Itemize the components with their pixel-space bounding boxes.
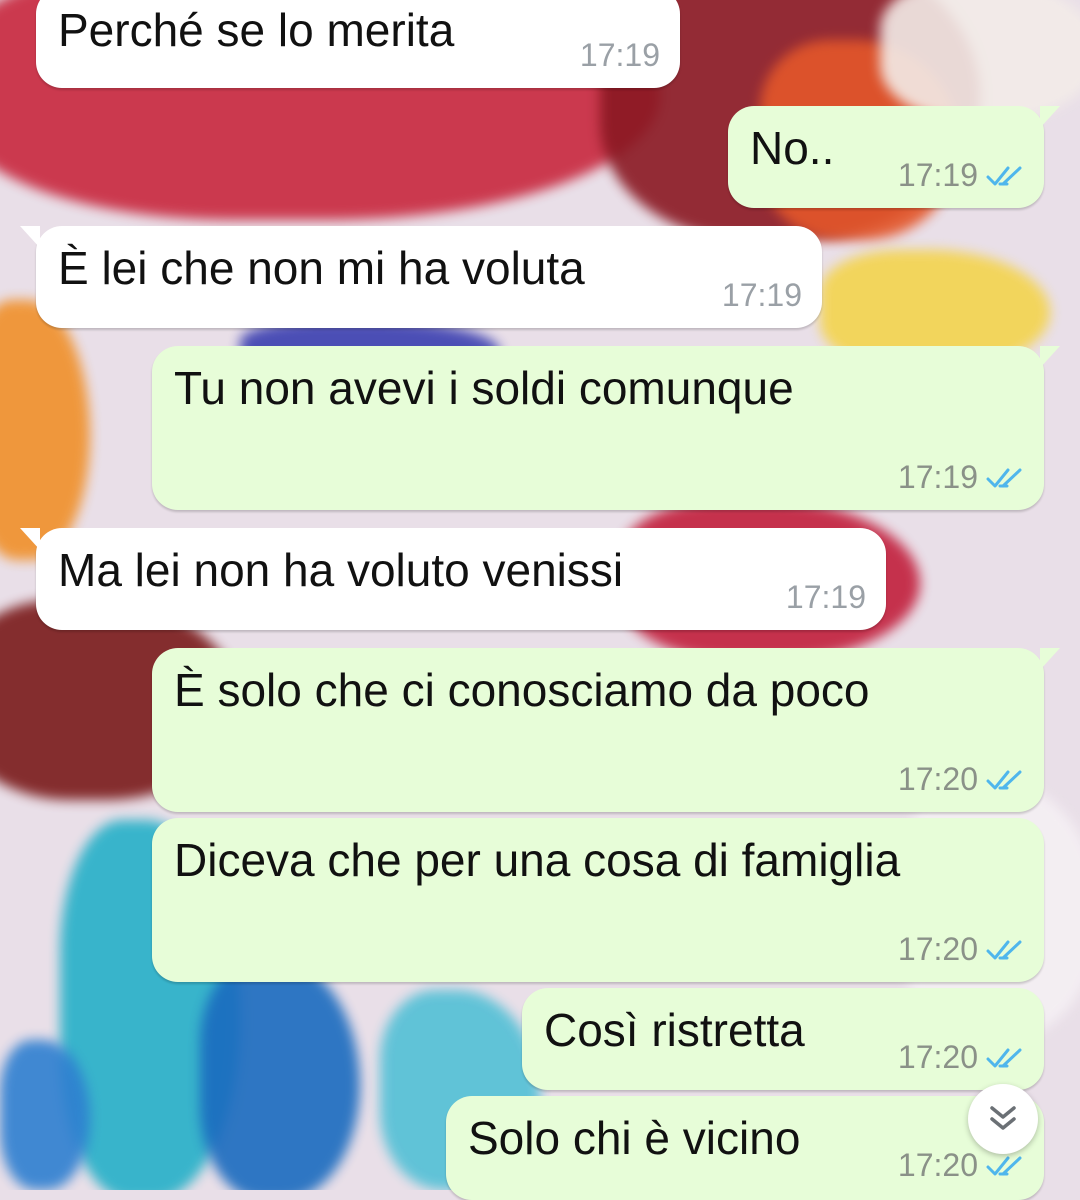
message-meta: 17:20 — [898, 1039, 1024, 1076]
double-check-icon — [986, 770, 1022, 789]
double-check-icon — [986, 1048, 1022, 1067]
message-time: 17:19 — [897, 459, 978, 495]
message-text: Ma lei non ha voluto venissi — [58, 544, 624, 596]
message-time: 17:20 — [897, 931, 978, 967]
double-check-icon — [986, 940, 1022, 959]
message-text: È solo che ci conosciamo da poco — [174, 664, 870, 716]
message-bubble-incoming[interactable]: È lei che non mi ha voluta 17:19 — [20, 226, 822, 328]
message-text: Tu non avevi i soldi comunque — [174, 362, 794, 414]
message-meta: 17:19 — [722, 277, 802, 314]
message-time: 17:19 — [897, 157, 978, 193]
message-text: No.. — [750, 122, 835, 174]
message-text: Perché se lo merita — [58, 4, 455, 56]
message-bubble-outgoing[interactable]: No.. 17:19 — [728, 106, 1060, 208]
message-time: 17:20 — [897, 1039, 978, 1075]
message-time: 17:19 — [579, 37, 660, 73]
message-bubble-outgoing[interactable]: Solo chi è vicino 17:20 — [446, 1096, 1044, 1200]
message-meta: 17:19 — [898, 157, 1024, 194]
message-time: 17:20 — [897, 761, 978, 797]
message-bubble-outgoing[interactable]: Tu non avevi i soldi comunque 17:19 — [152, 346, 1060, 510]
message-bubble-outgoing[interactable]: È solo che ci conosciamo da poco 17:20 — [152, 648, 1060, 812]
message-meta: 17:20 — [898, 931, 1024, 968]
message-bubble-outgoing[interactable]: Così ristretta 17:20 — [522, 988, 1044, 1090]
message-text: Diceva che per una cosa di famiglia — [174, 834, 901, 886]
message-meta: 17:19 — [580, 37, 660, 74]
message-time: 17:20 — [897, 1147, 978, 1183]
double-check-icon — [986, 1156, 1022, 1175]
message-text: Così ristretta — [544, 1004, 805, 1056]
double-check-icon — [986, 468, 1022, 487]
message-meta: 17:20 — [898, 761, 1024, 798]
message-time: 17:19 — [721, 277, 802, 313]
message-bubble-outgoing[interactable]: Diceva che per una cosa di famiglia 17:2… — [152, 818, 1044, 982]
scroll-to-bottom-button[interactable] — [968, 1084, 1038, 1154]
message-meta: 17:19 — [898, 459, 1024, 496]
message-text: Solo chi è vicino — [468, 1112, 801, 1164]
double-chevron-down-icon — [990, 1106, 1016, 1130]
message-time: 17:19 — [785, 579, 866, 615]
message-text: È lei che non mi ha voluta — [58, 242, 585, 294]
double-check-icon — [986, 166, 1022, 185]
message-meta: 17:19 — [786, 579, 866, 616]
message-bubble-incoming[interactable]: Perché se lo merita 17:19 — [36, 0, 680, 88]
message-bubble-incoming[interactable]: Ma lei non ha voluto venissi 17:19 — [20, 528, 886, 630]
